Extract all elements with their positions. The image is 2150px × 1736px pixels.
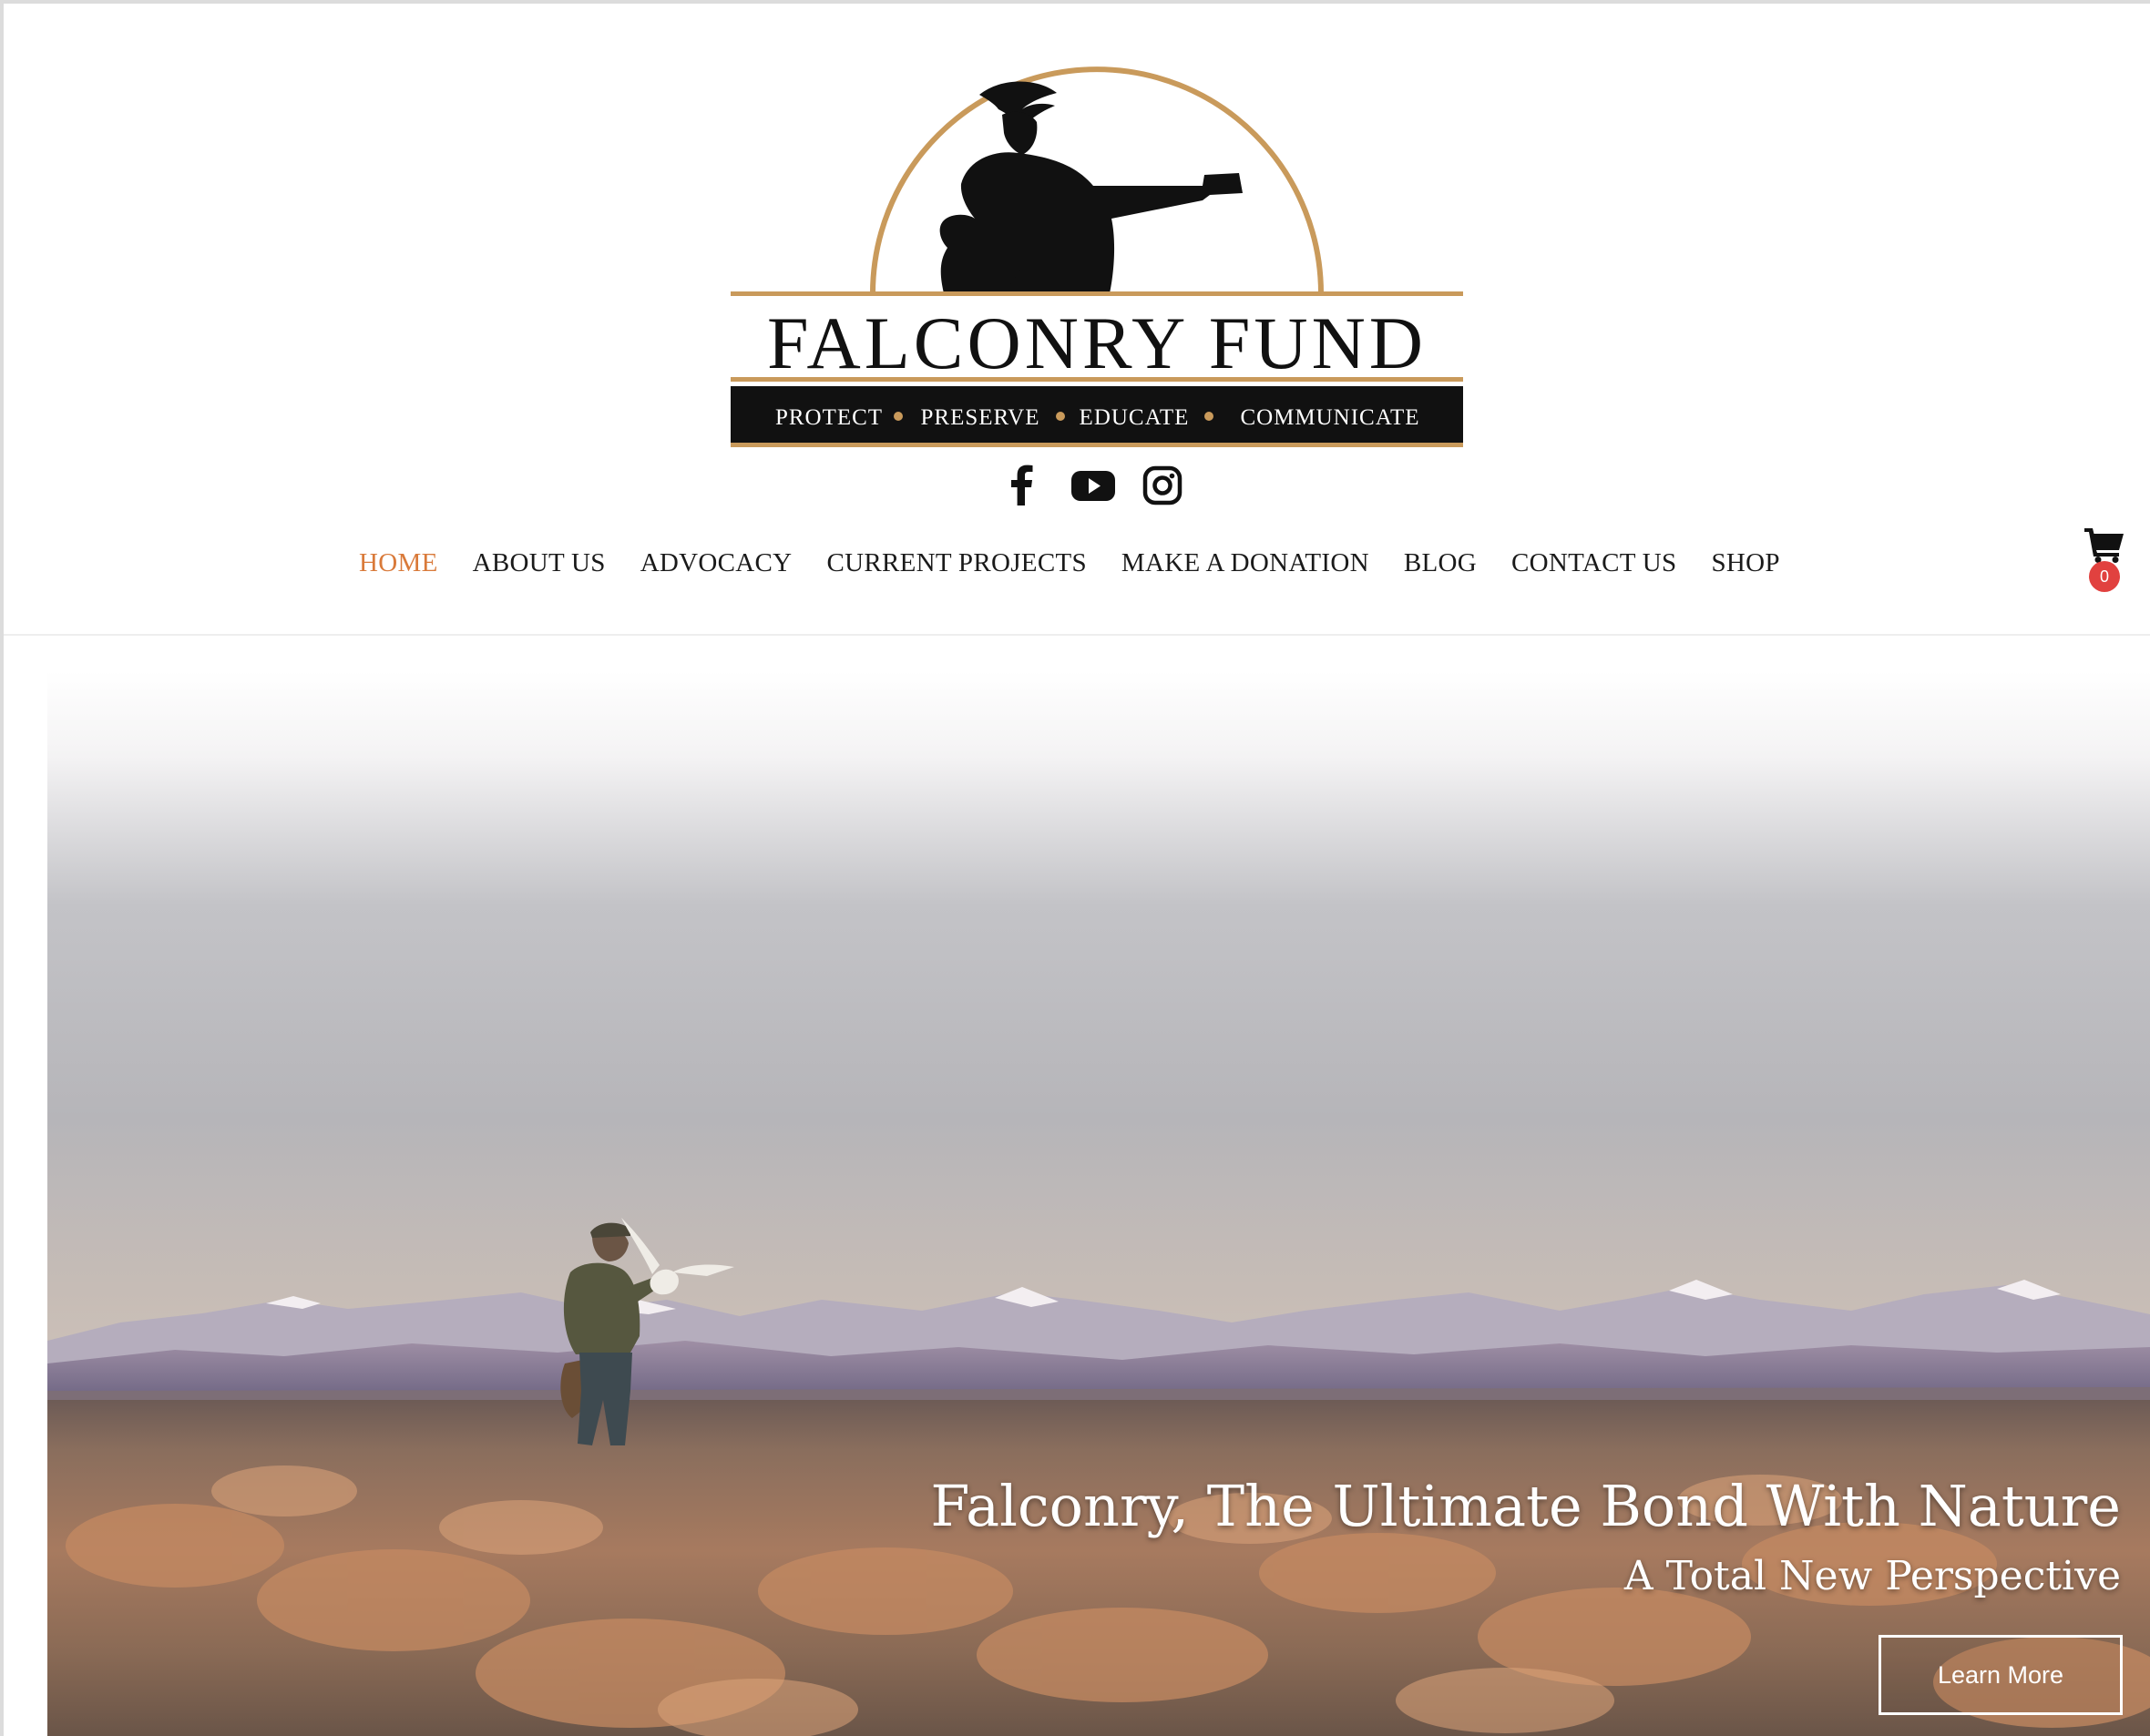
cart-count-badge: 0 [2089,561,2120,592]
hero-title: Falconry, The Ultimate Bond With Nature [930,1473,2121,1539]
header-divider [4,634,2150,636]
nav-item-home[interactable]: HOME [359,548,438,578]
facebook-icon[interactable] [997,460,1048,511]
nav-item-current-projects[interactable]: CURRENT PROJECTS [826,548,1086,578]
shopping-cart-icon[interactable] [2084,526,2124,563]
logo-tagline-4: COMMUNICATE [1240,405,1419,430]
logo-tagline-1: PROTECT [775,405,883,430]
nav-item-make-a-donation[interactable]: MAKE A DONATION [1121,548,1369,578]
instagram-icon[interactable] [1137,460,1188,511]
logo-tagline-2: PRESERVE [920,405,1039,430]
falconry-fund-logo[interactable]: FALCONRY FUND PROTECT PRESERVE EDUCATE C… [729,58,1465,448]
logo-tagline-3: EDUCATE [1080,405,1190,430]
youtube-icon[interactable] [1068,460,1119,511]
hero-subtitle: A Total New Perspective [1623,1553,2121,1599]
nav-item-shop[interactable]: SHOP [1711,548,1779,578]
nav-item-contact-us[interactable]: CONTACT US [1511,548,1676,578]
social-links [0,460,2150,511]
nav-item-about-us[interactable]: ABOUT US [473,548,606,578]
nav-item-advocacy[interactable]: ADVOCACY [640,548,793,578]
main-navigation: HOME ABOUT US ADVOCACY CURRENT PROJECTS … [359,542,1815,584]
nav-item-blog[interactable]: BLOG [1404,548,1477,578]
logo-wordmark: FALCONRY FUND [767,301,1427,384]
learn-more-button[interactable]: Learn More [1879,1635,2123,1715]
hero-banner: Falconry, The Ultimate Bond With Nature … [47,671,2150,1736]
